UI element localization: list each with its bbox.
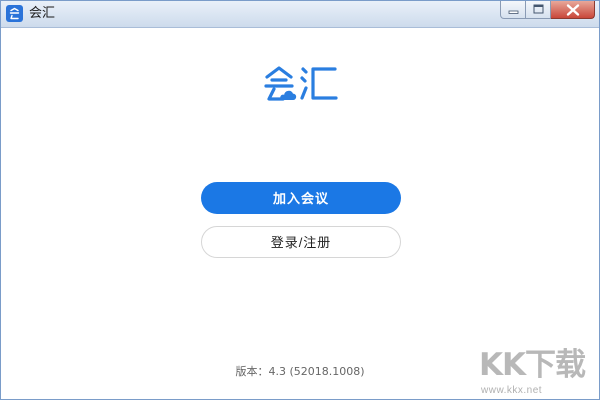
app-logo [263, 63, 339, 103]
close-icon [566, 4, 580, 16]
watermark: KK下载 www.kkx.net [473, 347, 595, 399]
join-meeting-button[interactable]: 加入会议 [201, 182, 401, 214]
watermark-url: www.kkx.net [481, 385, 543, 396]
window-title: 会汇 [29, 6, 56, 21]
login-register-button[interactable]: 登录/注册 [201, 226, 401, 258]
logo-mark [264, 66, 338, 101]
minimize-button[interactable] [500, 1, 526, 19]
cloud-icon [280, 90, 297, 100]
title-bar[interactable]: 会汇 [1, 1, 599, 28]
watermark-logo-text: KK下载 [479, 347, 586, 383]
close-button[interactable] [551, 1, 595, 19]
maximize-button[interactable] [526, 1, 551, 19]
app-window: 会汇 加入会议 登录/注册 版本：4.3 (52018.1008) KK下载 w… [0, 0, 600, 400]
app-logo-icon [6, 5, 23, 22]
minimize-icon [508, 10, 519, 14]
maximize-icon [533, 4, 544, 14]
caption-buttons [500, 1, 595, 20]
